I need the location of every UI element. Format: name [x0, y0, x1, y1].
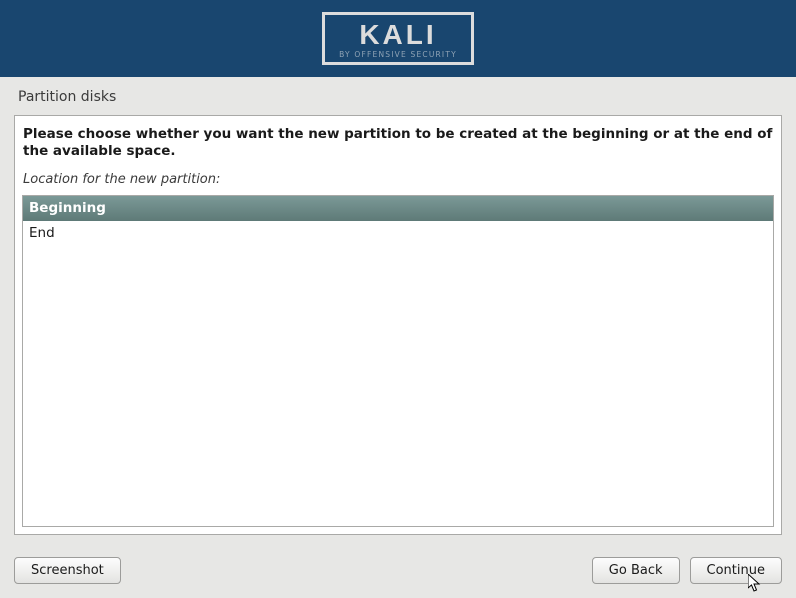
button-bar: Screenshot Go Back Continue [0, 557, 796, 584]
sub-label: Location for the new partition: [15, 166, 781, 191]
option-beginning[interactable]: Beginning [23, 196, 773, 221]
page-title: Partition disks [0, 77, 796, 115]
content-box: Please choose whether you want the new p… [14, 115, 782, 535]
logo-title: KALI [339, 21, 457, 49]
header-banner: KALI BY OFFENSIVE SECURITY [0, 0, 796, 77]
go-back-button[interactable]: Go Back [592, 557, 680, 584]
kali-logo: KALI BY OFFENSIVE SECURITY [322, 12, 474, 65]
instruction-text: Please choose whether you want the new p… [15, 126, 781, 166]
option-end[interactable]: End [23, 221, 773, 246]
option-list: Beginning End [22, 195, 774, 527]
screenshot-button[interactable]: Screenshot [14, 557, 121, 584]
continue-button[interactable]: Continue [690, 557, 782, 584]
logo-subtitle: BY OFFENSIVE SECURITY [339, 51, 457, 59]
